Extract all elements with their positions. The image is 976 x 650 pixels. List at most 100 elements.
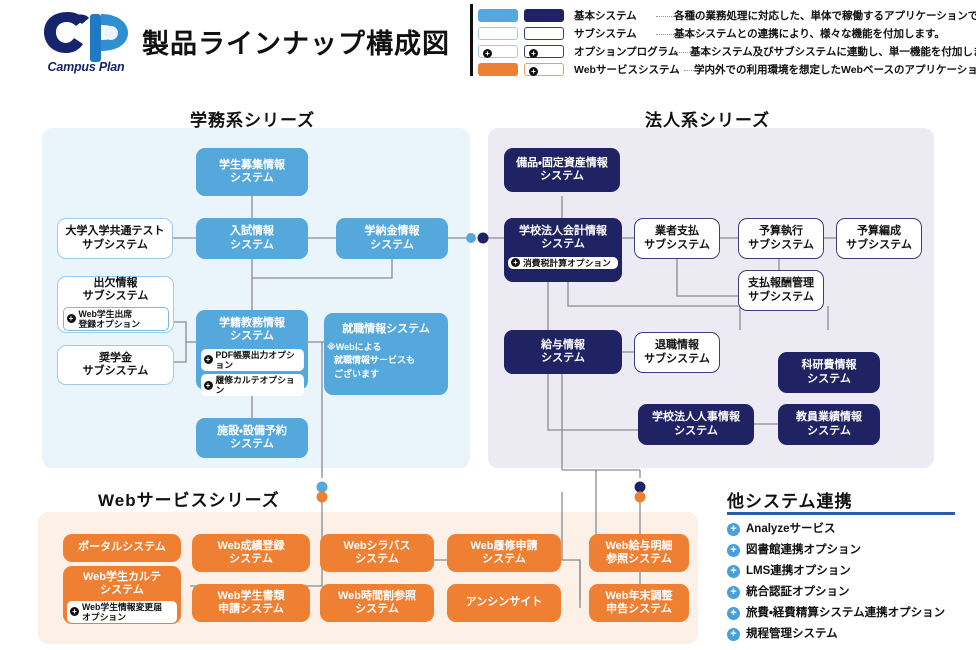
legend: 基本システム 各種の業務処理に対応した、単体で稼働するアプリケーションです。 サ… <box>470 3 976 77</box>
campus-plan-logo: Campus Plan <box>38 6 134 84</box>
box-title-line1: 給与情報 <box>541 338 585 351</box>
box-tuition-info[interactable]: 学納金情報 システム <box>336 218 448 259</box>
box-title-line1: 支払報酬管理 <box>748 277 814 290</box>
other-system-label: 図書館連携オプション <box>746 544 861 556</box>
other-system-item[interactable]: + LMS連携オプション <box>727 563 973 584</box>
legend-row-basic: 基本システム 各種の業務処理に対応した、単体で稼働するアプリケーションです。 <box>478 7 976 24</box>
box-title-line1: 備品・固定資産情報 <box>516 156 608 169</box>
box-title-line2: サブシステム <box>846 238 912 251</box>
box-web-student-documents[interactable]: Web学生書類 申請システム <box>192 584 310 622</box>
box-payment-reward-sub[interactable]: 支払報酬管理 サブシステム <box>738 270 824 311</box>
other-system-item[interactable]: + 統合認証オプション <box>727 584 973 605</box>
box-title-line2: システム <box>807 372 851 385</box>
connector-dot-orange <box>316 491 328 503</box>
box-retirement-sub[interactable]: 退職情報 サブシステム <box>634 332 720 373</box>
box-title-line1: 学籍教務情報 <box>219 317 285 329</box>
legend-label-basic: 基本システム <box>574 10 637 22</box>
box-admission-info[interactable]: 入試情報 システム <box>196 218 308 259</box>
box-title-line1: Web履修申請 <box>470 539 538 552</box>
box-employment-info[interactable]: 就職情報システム ※Webによる 就職情報サービスも ございます <box>324 313 448 395</box>
box-budget-execution-sub[interactable]: 予算執行 サブシステム <box>738 218 824 259</box>
other-system-label: 統合認証オプション <box>746 586 850 598</box>
box-student-academic-info[interactable]: 学籍教務情報 システム + PDF帳票出力オプション + 履修カルテオプション <box>196 310 308 397</box>
box-title-line2: システム <box>355 603 399 615</box>
box-budget-planning-sub[interactable]: 予算編成 サブシステム <box>836 218 922 259</box>
other-system-item[interactable]: + 旅費・経費精算システム連携オプション <box>727 605 973 626</box>
box-title-line1: 科研費情報 <box>801 359 857 372</box>
box-web-grade-registration[interactable]: Web成績登録 システム <box>192 534 310 572</box>
box-title-line2: システム <box>230 172 274 184</box>
box-title-line2: システム <box>674 424 718 437</box>
box-portal[interactable]: ポータルシステム <box>63 534 181 562</box>
option-label: Web学生出席 登録オプション <box>78 308 141 329</box>
box-title-line2: サブシステム <box>748 238 814 251</box>
box-title-line1: Webシラバス <box>343 539 411 552</box>
box-title-line1: 学納金情報 <box>364 225 420 238</box>
box-web-syllabus[interactable]: Webシラバス システム <box>320 534 434 572</box>
box-kakenhi-info[interactable]: 科研費情報 システム <box>778 352 880 393</box>
option-consumption-tax[interactable]: + 消費税計算オプション <box>508 256 618 269</box>
option-pdf-report[interactable]: + PDF帳票出力オプション <box>200 348 304 372</box>
other-system-item[interactable]: + 図書館連携オプション <box>727 542 973 563</box>
box-web-year-end-adjustment[interactable]: Web年末調整 申告システム <box>589 584 689 622</box>
legend-left-rule <box>470 4 473 76</box>
box-fixed-assets[interactable]: 備品・固定資産情報 システム <box>504 148 620 192</box>
plus-icon: + <box>203 380 213 390</box>
plus-icon: + <box>483 49 492 58</box>
box-hr-info[interactable]: 学校法人人事情報 システム <box>638 404 754 445</box>
legend-swatch-navy <box>524 9 564 22</box>
legend-desc-basic: 各種の業務処理に対応した、単体で稼働するアプリケーションです。 <box>674 10 976 22</box>
legend-row-sub: サブシステム 基本システムとの連携により、様々な機能を付加します。 <box>478 25 976 42</box>
box-faculty-performance[interactable]: 教員業績情報 システム <box>778 404 880 445</box>
plus-icon: + <box>727 565 740 578</box>
box-title-line2: 申告システム <box>606 603 672 615</box>
box-title-line1: 学校法人会計情報 <box>519 225 607 237</box>
legend-label-option: オプションプログラム <box>574 46 679 58</box>
box-web-course-application[interactable]: Web履修申請 システム <box>447 534 561 572</box>
box-scholarship-sub[interactable]: 奨学金 サブシステム <box>57 345 174 385</box>
legend-label-sub: サブシステム <box>574 28 637 40</box>
other-system-label: 規程管理システム <box>746 628 838 640</box>
box-vendor-payment-sub[interactable]: 業者支払 サブシステム <box>634 218 720 259</box>
box-title-line2: システム <box>370 238 414 251</box>
option-web-student-info-change[interactable]: + Web学生情報変更届 オプション <box>67 600 177 624</box>
box-school-accounting[interactable]: 学校法人会計情報 システム + 消費税計算オプション <box>504 218 622 282</box>
box-payroll-info[interactable]: 給与情報 システム <box>504 330 622 374</box>
box-title-line2: サブシステム <box>644 352 710 365</box>
plus-icon: + <box>66 314 76 324</box>
other-system-item[interactable]: + Analyzeサービス <box>727 521 973 542</box>
legend-swatch-sub-blue <box>478 27 518 40</box>
box-title-line2: システム <box>229 553 273 565</box>
box-title-line2: サブシステム <box>82 290 149 303</box>
box-title-line1: Web成績登録 <box>217 539 285 552</box>
box-title-line1: 学校法人人事情報 <box>652 411 740 424</box>
option-course-karte[interactable]: + 履修カルテオプション <box>200 374 304 397</box>
box-title-line2: サブシステム <box>82 365 149 377</box>
box-facility-reservation[interactable]: 施設・設備予約 システム <box>196 418 308 458</box>
option-web-attendance[interactable]: + Web学生出席 登録オプション <box>62 306 169 332</box>
box-attendance-sub[interactable]: 出欠情報 サブシステム + Web学生出席 登録オプション <box>57 276 174 333</box>
box-title-line1: Web時間割参照 <box>337 589 417 602</box>
connector-dot-orange <box>634 491 646 503</box>
box-web-student-karte[interactable]: Web学生カルテ システム + Web学生情報変更届 オプション <box>63 566 181 624</box>
box-anshin-site[interactable]: アンシンサイト <box>447 584 561 622</box>
other-system-item[interactable]: + 規程管理システム <box>727 626 973 647</box>
box-web-timetable[interactable]: Web時間割参照 システム <box>320 584 434 622</box>
box-common-test-sub[interactable]: 大学入学共通テスト サブシステム <box>57 218 173 259</box>
logo-wordmark: Campus Plan <box>47 60 125 74</box>
plus-icon: + <box>529 67 538 76</box>
diagram-root: Campus Plan 製品ラインナップ構成図 基本システム 各種の業務処理に対… <box>0 0 976 650</box>
box-title-line2: システム <box>482 553 526 565</box>
legend-row-option: + + オプションプログラム 基本システム及びサブシステムに連動し、単一機能を付… <box>478 43 976 60</box>
box-web-payslip[interactable]: Web給与明細 参照システム <box>589 534 689 572</box>
box-title-line1: 就職情報システム <box>342 323 430 335</box>
box-title-line1: 予算執行 <box>759 225 803 238</box>
section-caption-other: 他システム連携 <box>727 492 853 511</box>
box-title-line2: システム <box>540 170 584 182</box>
plus-icon: + <box>70 607 79 617</box>
box-title-line1: 業者支払 <box>655 225 699 238</box>
box-title-line2: システム <box>807 424 851 437</box>
legend-desc-web: 学内外での利用環境を想定したWebベースのアプリケーションです。 <box>694 64 976 76</box>
box-student-recruitment[interactable]: 学生募集情報 システム <box>196 148 308 196</box>
option-label: Web学生情報変更届 オプション <box>82 601 162 622</box>
